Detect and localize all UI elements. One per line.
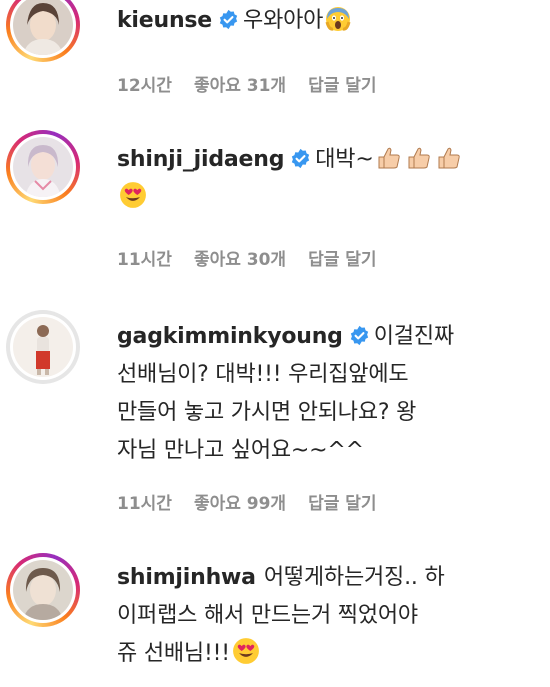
thumbs-up-icon — [408, 147, 430, 169]
timestamp[interactable]: 11시간 — [117, 489, 172, 514]
verified-badge-icon — [292, 148, 310, 169]
likes-count[interactable]: 좋아요 31개 — [194, 71, 286, 96]
reply-button[interactable]: 답글 달기 — [308, 245, 376, 270]
comment-text-line: 만들어 놓고 가시면 안되나요? 왕 — [117, 400, 417, 425]
heart-eyes-icon — [120, 182, 146, 208]
reply-button[interactable]: 답글 달기 — [308, 489, 376, 514]
avatar-photo — [13, 560, 73, 620]
avatar[interactable] — [6, 553, 80, 627]
comment-text: 대박~ — [315, 147, 374, 172]
verified-badge-icon — [219, 9, 238, 30]
comment-text-line: 어떻게하는거징.. 하 — [263, 565, 445, 590]
comment-text-line: 쥬 선배님!!! — [117, 641, 230, 666]
avatar[interactable] — [6, 310, 80, 384]
timestamp[interactable]: 12시간 — [117, 71, 172, 96]
comment-text-line: 선배님이? 대박!!! 우리집앞에도 — [117, 362, 409, 387]
avatar-photo — [13, 0, 73, 55]
verified-badge-icon — [350, 325, 368, 346]
avatar[interactable] — [6, 130, 80, 204]
likes-count[interactable]: 좋아요 99개 — [194, 489, 286, 514]
comment-text-line: 이걸진짜 — [373, 324, 454, 349]
username[interactable]: kieunse — [117, 8, 212, 33]
thumbs-up-icon — [438, 147, 460, 169]
username[interactable]: gagkimminkyoung — [117, 324, 343, 349]
comment-text-line: 이퍼랩스 해서 만드는거 찍었어야 — [117, 603, 418, 628]
avatar-photo — [13, 137, 73, 197]
username[interactable]: shimjinhwa — [117, 565, 256, 590]
thumbs-up-icon — [378, 147, 400, 169]
comment-text: 우와아아 — [243, 8, 324, 33]
screaming-face-icon — [325, 7, 351, 31]
heart-eyes-icon — [232, 638, 259, 664]
comment-text-line: 자님 만나고 싶어요~~^^ — [117, 438, 364, 463]
timestamp[interactable]: 11시간 — [117, 245, 172, 270]
reply-button[interactable]: 답글 달기 — [308, 71, 376, 96]
username[interactable]: shinji_jidaeng — [117, 147, 284, 172]
likes-count[interactable]: 좋아요 30개 — [194, 245, 286, 270]
avatar-photo — [13, 317, 73, 377]
avatar[interactable] — [6, 0, 80, 62]
